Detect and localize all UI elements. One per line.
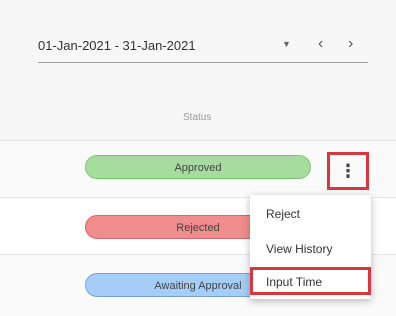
menu-item-input-time[interactable]: Input Time bbox=[250, 267, 371, 295]
caret-down-icon[interactable]: ▼ bbox=[282, 39, 291, 49]
date-range-underline bbox=[38, 62, 368, 63]
previous-period-icon[interactable]: ‹ bbox=[318, 35, 323, 53]
menu-item-reject[interactable]: Reject bbox=[250, 199, 371, 229]
next-period-icon[interactable]: › bbox=[348, 35, 353, 53]
status-column-header: Status bbox=[183, 112, 212, 123]
menu-item-view-history[interactable]: View History bbox=[250, 234, 371, 264]
row-actions-button[interactable]: ⋮ bbox=[327, 152, 369, 190]
status-badge-approved: Approved bbox=[85, 155, 311, 179]
more-vertical-icon: ⋮ bbox=[339, 161, 357, 181]
row-actions-menu: Reject View History Input Time bbox=[250, 195, 371, 299]
row-divider bbox=[0, 140, 396, 141]
date-range-value[interactable]: 01-Jan-2021 - 31-Jan-2021 bbox=[38, 38, 196, 53]
